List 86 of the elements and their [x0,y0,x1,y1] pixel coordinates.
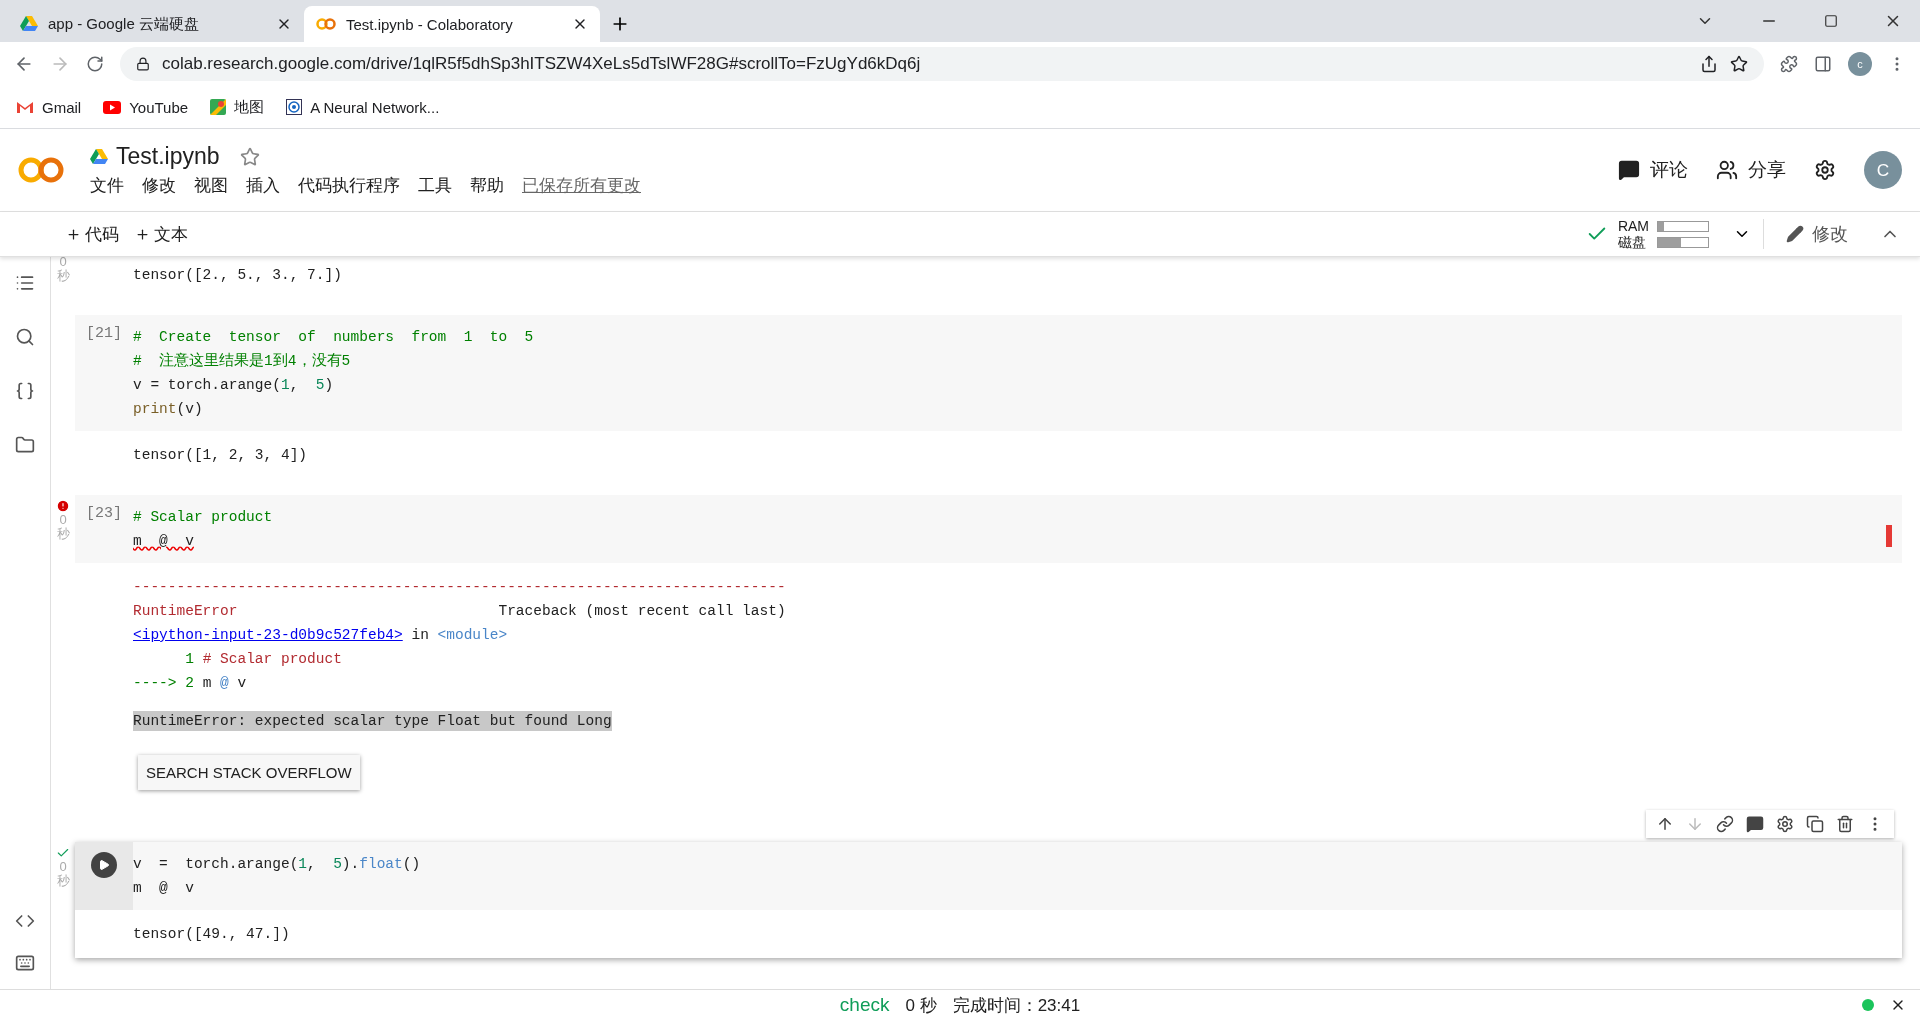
play-icon [98,859,110,871]
exec-time: 0 [59,860,67,874]
notebook-title[interactable]: Test.ipynb [116,143,220,170]
output-line: <ipython-input-23-d0b9c527feb4> in <module> [133,626,509,645]
code-line: # Scalar product [133,508,273,527]
execution-count: [21] [85,325,123,344]
output-line: tensor([2., 5., 3., 7.]) [133,266,343,285]
code-cell[interactable]: [23] # Scalar product m @ v [75,495,1902,563]
save-status-link[interactable]: 已保存所有更改 [522,174,641,197]
add-cell-button[interactable]: 代码 [58,218,127,250]
bookmark[interactable]: YouTube [103,98,189,116]
move-up-icon[interactable] [1656,815,1674,833]
code-line: m @ v [133,879,195,898]
output-line: --------------------------------------------------------------------------- [133,578,787,597]
code-line: v = torch.arange(1, 5) [133,376,335,395]
edit-button[interactable]: 修改 [1763,219,1866,249]
status-duration: 0 秒 [905,994,937,1017]
output-line: RuntimeError Traceback (most recent call last) [133,602,787,621]
bookmark[interactable]: Gmail [16,98,82,116]
people-icon [1716,159,1738,181]
search-icon[interactable] [15,327,35,347]
exec-time-unit: 秒 [56,874,70,888]
resource-meter[interactable]: RAM 磁盘 [1617,218,1709,250]
mail-icon [16,100,34,114]
menu-item[interactable]: 插入 [246,174,280,197]
bookmark[interactable]: A Neural Network... [286,98,440,116]
play-icon [103,100,122,114]
code-line: print(v) [133,400,204,419]
bookmark-star-icon[interactable] [1730,55,1748,73]
run-button[interactable] [91,852,117,878]
menu-item[interactable]: 修改 [142,174,176,197]
code-line: # 注意这里结果是1到4，没有5 [133,351,352,371]
menu-item[interactable]: 视图 [194,174,228,197]
menu-item[interactable]: 帮助 [470,174,504,197]
star-icon[interactable] [239,146,260,167]
address-bar[interactable]: colab.research.google.com/drive/1qlR5f5dhSp3hITSZW4XeLs5dTslWF28G#scrollTo=FzUgYd6kDq6j [120,47,1764,81]
exec-time: 0 [59,257,67,269]
folder-icon[interactable] [15,435,35,455]
lock-icon [136,57,150,71]
plus-icon [135,226,150,242]
add-cell-button[interactable]: 文本 [127,218,196,250]
drive-icon [20,16,38,32]
extensions-icon[interactable] [1780,55,1798,73]
header-action[interactable]: 分享 [1716,157,1786,183]
status-check: check [839,994,890,1016]
drive-icon [90,148,108,165]
header-action[interactable]: 评论 [1618,157,1688,183]
execution-count: [23] [85,505,123,524]
browser-tab[interactable]: app - Google 云端硬盘 [8,6,304,42]
plus-icon [66,226,81,242]
menu-item[interactable]: 工具 [418,174,452,197]
settings-icon[interactable] [1776,815,1794,833]
comment-icon[interactable] [1746,815,1764,833]
restore-icon[interactable] [1824,14,1838,28]
code-cell[interactable]: [21] # Create tensor of numbers from 1 to 5 # 注意这里结果是1到4，没有5 v = torch.arange(1, 5) print(v) [75,315,1902,431]
side-panel-icon[interactable] [1814,55,1832,73]
colab-logo-icon [316,18,336,30]
toc-icon[interactable] [15,273,35,293]
exec-time-unit: 秒 [56,527,70,541]
reload-icon[interactable] [86,55,104,73]
browser-tab[interactable]: Test.ipynb - Colaboratory [304,6,600,42]
settings-icon[interactable] [1814,159,1836,181]
comment-icon [1618,159,1640,181]
share-icon[interactable] [1700,55,1718,73]
menu-item[interactable]: 代码执行程序 [298,174,400,197]
link-icon[interactable] [1716,815,1734,833]
delete-icon[interactable] [1836,815,1854,833]
colab-logo-icon [18,157,64,183]
variables-icon[interactable] [15,381,35,401]
status-finished-time: 完成时间：23:41 [952,994,1081,1017]
output-line: tensor([49., 47.]) [133,925,291,944]
output-line: ----> 2 m @ v [133,674,248,693]
code-line: # Create tensor of numbers from 1 to 5 [133,328,534,347]
exec-time-unit: 秒 [56,269,70,283]
code-line: v = torch.arange(1, 5).float() [133,855,421,874]
error-marker [1886,525,1892,547]
search-stack-overflow-button[interactable]: SEARCH STACK OVERFLOW [138,755,360,790]
site-icon [286,99,303,115]
code-line: m @ v [133,532,195,551]
pencil-icon [1786,225,1804,243]
output-line: tensor([1, 2, 3, 4]) [133,446,309,465]
menu-item[interactable]: 文件 [90,174,124,197]
map-icon [210,99,227,115]
output-line: 1 # Scalar product [184,650,343,669]
exec-time: 0 [59,513,67,527]
bookmark[interactable]: 地图 [210,97,265,117]
